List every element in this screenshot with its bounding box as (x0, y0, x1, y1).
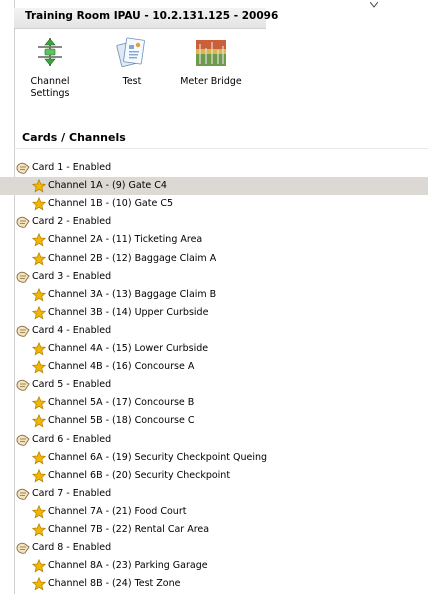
tree-card-node[interactable]: Card 4 - Enabled (0, 322, 428, 340)
star-icon (32, 577, 46, 591)
channel-label: Channel 4A - (15) Lower Curbside (48, 343, 209, 354)
tree-channel-node[interactable]: Channel 3B - (14) Upper Curbside (0, 304, 428, 322)
tree-channel-node[interactable]: Channel 1B - (10) Gate C5 (0, 195, 428, 213)
card-label: Card 3 - Enabled (32, 271, 112, 282)
tree-channel-node[interactable]: Channel 2A - (11) Ticketing Area (0, 231, 428, 249)
meter-bridge-icon (196, 40, 226, 66)
card-label: Card 8 - Enabled (32, 542, 112, 553)
channel-label: Channel 6B - (20) Security Checkpoint (48, 470, 231, 481)
card-label: Card 2 - Enabled (32, 216, 112, 227)
tree-card-node[interactable]: Card 2 - Enabled (0, 213, 428, 231)
star-icon (32, 523, 46, 537)
tree-channel-node[interactable]: Channel 6A - (19) Security Checkpoint Qu… (0, 449, 428, 467)
star-icon (32, 396, 46, 410)
tree-card-node[interactable]: Card 8 - Enabled (0, 539, 428, 557)
star-icon (32, 288, 46, 302)
app-window: Training Room IPAU - 10.2.131.125 - 2009… (0, 0, 428, 594)
tree-channel-node[interactable]: Channel 7B - (22) Rental Car Area (0, 521, 428, 539)
card-label: Card 1 - Enabled (32, 162, 112, 173)
star-icon (32, 252, 46, 266)
test-label: Test (122, 76, 142, 87)
card-icon (16, 488, 30, 500)
star-icon (32, 306, 46, 320)
card-icon (16, 216, 30, 228)
tree-channel-node[interactable]: Channel 7A - (21) Food Court (0, 503, 428, 521)
tree-card-node[interactable]: Card 3 - Enabled (0, 268, 428, 286)
window-notch-decoration (370, 2, 378, 8)
channel-label: Channel 5A - (17) Concourse B (48, 397, 195, 408)
tree-channel-node[interactable]: Channel 4A - (15) Lower Curbside (0, 340, 428, 358)
channel-label: Channel 3A - (13) Baggage Claim B (48, 289, 217, 300)
tree-card-node[interactable]: Card 5 - Enabled (0, 376, 428, 394)
tree-channel-node[interactable]: Channel 1A - (9) Gate C4 (0, 177, 428, 195)
section-divider (14, 148, 428, 149)
star-icon (32, 451, 46, 465)
card-label: Card 7 - Enabled (32, 488, 112, 499)
toolbar: Channel Settings Test Meter Bridge (20, 32, 280, 108)
test-icon (116, 37, 145, 68)
channel-label: Channel 1A - (9) Gate C4 (48, 180, 167, 191)
star-icon (32, 414, 46, 428)
tree-card-node[interactable]: Card 7 - Enabled (0, 485, 428, 503)
channel-label: Channel 7B - (22) Rental Car Area (48, 524, 210, 535)
tree-channel-node[interactable]: Channel 8A - (23) Parking Garage (0, 557, 428, 575)
channel-settings-label: Channel Settings (30, 76, 70, 99)
card-icon (16, 542, 30, 554)
star-icon (32, 505, 46, 519)
tree-channel-node[interactable]: Channel 6B - (20) Security Checkpoint (0, 467, 428, 485)
tree-channel-node[interactable]: Channel 5A - (17) Concourse B (0, 394, 428, 412)
card-icon (16, 162, 30, 174)
channel-settings-icon (38, 38, 62, 66)
window-title: Training Room IPAU - 10.2.131.125 - 2009… (25, 10, 279, 22)
tree-channel-node[interactable]: Channel 4B - (16) Concourse A (0, 358, 428, 376)
channel-label: Channel 8A - (23) Parking Garage (48, 560, 208, 571)
star-icon (32, 469, 46, 483)
tree-channel-node[interactable]: Channel 3A - (13) Baggage Claim B (0, 286, 428, 304)
channel-label: Channel 8B - (24) Test Zone (48, 578, 181, 589)
star-icon (32, 197, 46, 211)
card-icon (16, 379, 30, 391)
channel-label: Channel 7A - (21) Food Court (48, 506, 187, 517)
star-icon (32, 559, 46, 573)
tree-card-node[interactable]: Card 6 - Enabled (0, 431, 428, 449)
card-icon (16, 325, 30, 337)
card-icon (16, 271, 30, 283)
channel-settings-button[interactable]: Channel Settings (20, 32, 80, 106)
star-icon (32, 360, 46, 374)
tree-card-node[interactable]: Card 1 - Enabled (0, 159, 428, 177)
channel-label: Channel 2B - (12) Baggage Claim A (48, 253, 217, 264)
card-label: Card 4 - Enabled (32, 325, 112, 336)
tree-channel-node[interactable]: Channel 2B - (12) Baggage Claim A (0, 250, 428, 268)
meter-bridge-label: Meter Bridge (180, 76, 242, 87)
tree-channel-node[interactable]: Channel 5B - (18) Concourse C (0, 412, 428, 430)
star-icon (32, 233, 46, 247)
channel-label: Channel 2A - (11) Ticketing Area (48, 234, 203, 245)
test-button[interactable]: Test (104, 32, 160, 106)
channel-label: Channel 3B - (14) Upper Curbside (48, 307, 209, 318)
title-bar: Training Room IPAU - 10.2.131.125 - 2009… (14, 8, 278, 29)
star-icon (32, 179, 46, 193)
channel-label: Channel 4B - (16) Concourse A (48, 361, 195, 372)
channel-label: Channel 6A - (19) Security Checkpoint Qu… (48, 452, 268, 463)
card-label: Card 5 - Enabled (32, 379, 112, 390)
tree-channel-node[interactable]: Channel 8B - (24) Test Zone (0, 575, 428, 593)
card-icon (16, 434, 30, 446)
card-label: Card 6 - Enabled (32, 434, 112, 445)
meter-bridge-button[interactable]: Meter Bridge (172, 32, 250, 106)
star-icon (32, 342, 46, 356)
cards-channels-header: Cards / Channels (22, 131, 126, 144)
channel-label: Channel 1B - (10) Gate C5 (48, 198, 174, 209)
channel-label: Channel 5B - (18) Concourse C (48, 415, 195, 426)
